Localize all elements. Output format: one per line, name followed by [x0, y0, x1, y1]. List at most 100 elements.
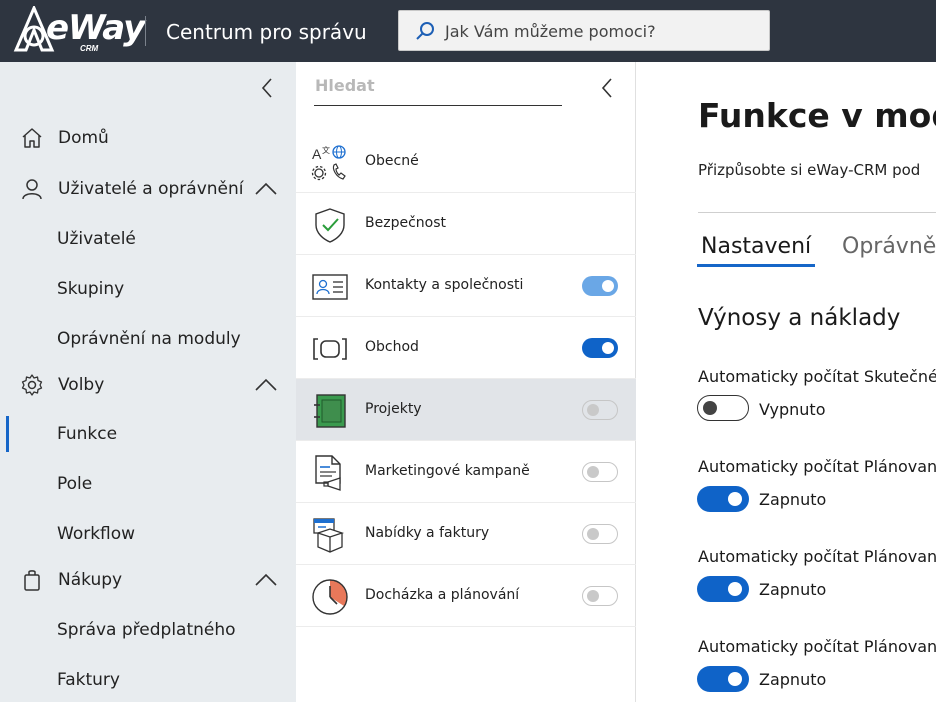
help-search-input[interactable]: Jak Vám můžeme pomoci? [398, 10, 770, 51]
gear-icon [21, 374, 43, 396]
setting-toggle-actual[interactable] [697, 395, 749, 421]
nav-subitem-module-permissions[interactable]: Oprávnění na moduly [0, 319, 296, 359]
setting-label: Automaticky počítat Plánovan [698, 637, 936, 656]
module-label: Projekty [365, 401, 422, 417]
svg-text:文: 文 [322, 145, 330, 155]
module-row-security[interactable]: Bezpečnost [296, 193, 636, 255]
nav-item-label: Uživatelé a oprávnění [58, 179, 244, 199]
chevron-up-icon[interactable] [254, 377, 278, 393]
nav-item-purchases[interactable]: Nákupy [0, 560, 296, 600]
nav-item-home[interactable]: Domů [0, 118, 296, 158]
toggle-knob [703, 401, 717, 415]
tab-permissions[interactable]: Oprávně [842, 234, 936, 259]
user-icon [22, 179, 42, 200]
setting-toggle-planned-2[interactable] [697, 576, 749, 602]
collapse-panel-chevron-icon[interactable] [598, 76, 616, 100]
nav-subitem-label: Pole [57, 474, 93, 494]
section-title: Výnosy a náklady [698, 305, 901, 331]
eway-logo[interactable]: eWay CRM [12, 6, 145, 56]
toggle-knob [587, 466, 599, 478]
nav-subitem-users[interactable]: Uživatelé [0, 219, 296, 259]
module-label: Nabídky a faktury [365, 525, 490, 541]
module-row-general[interactable]: A 文 Obecné [296, 131, 636, 193]
toggle-knob [728, 582, 742, 596]
module-label: Obecné [365, 153, 419, 169]
contact-card-icon [312, 274, 348, 300]
top-divider [145, 16, 146, 46]
module-row-attendance[interactable]: Docházka a plánování [296, 565, 636, 627]
module-row-marketing[interactable]: Marketingové kampaně [296, 441, 636, 503]
nav-subitem-invoices[interactable]: Faktury [0, 660, 296, 700]
shopping-bag-icon [24, 570, 40, 591]
nav-subitem-fields[interactable]: Pole [0, 464, 296, 504]
collapse-nav-chevron-icon[interactable] [258, 76, 276, 100]
nav-subitem-features[interactable]: Funkce [0, 414, 296, 454]
toggle-knob [728, 492, 742, 506]
project-book-icon [314, 394, 346, 428]
toggle-knob [587, 590, 599, 602]
setting-state: Zapnuto [759, 580, 827, 599]
module-toggle-deals[interactable] [582, 338, 618, 358]
module-label: Docházka a plánování [365, 587, 520, 603]
nav-subitem-label: Oprávnění na moduly [57, 329, 241, 349]
tab-settings[interactable]: Nastavení [696, 234, 816, 267]
nav-item-label: Nákupy [58, 570, 123, 590]
general-settings-icon: A 文 [311, 145, 346, 181]
toggle-knob [587, 528, 599, 540]
setting-toggle-planned-1[interactable] [697, 486, 749, 512]
nav-subitem-label: Skupiny [57, 279, 125, 299]
module-toggle-offers[interactable] [582, 524, 618, 544]
logo-crm-text: CRM [80, 44, 99, 53]
module-toggle-attendance[interactable] [582, 586, 618, 606]
module-row-deals[interactable]: Obchod [296, 317, 636, 379]
setting-state: Zapnuto [759, 670, 827, 689]
nav-item-users-permissions[interactable]: Uživatelé a oprávnění [0, 169, 296, 209]
toggle-knob [728, 672, 742, 686]
module-list-panel: Hledat A 文 Obecné Bezpečnost Kontakty a … [296, 62, 636, 702]
nav-subitem-subscription[interactable]: Správa předplatného [0, 610, 296, 650]
module-toggle-contacts[interactable] [582, 276, 618, 296]
setting-toggle-planned-3[interactable] [697, 666, 749, 692]
clock-planning-icon [312, 579, 348, 615]
module-search-placeholder: Hledat [315, 76, 375, 95]
chevron-up-icon[interactable] [254, 572, 278, 588]
setting-label: Automaticky počítat Plánovan [698, 457, 936, 476]
chevron-up-icon[interactable] [254, 181, 278, 197]
help-search-placeholder: Jak Vám můžeme pomoci? [445, 22, 656, 41]
module-row-projects[interactable]: Projekty [296, 379, 636, 441]
offer-box-icon [313, 518, 345, 553]
nav-item-label: Volby [58, 375, 105, 395]
toggle-knob [602, 342, 614, 354]
shield-check-icon [315, 208, 345, 243]
divider [698, 212, 936, 213]
page-subtitle: Přizpůsobte si eWay-CRM pod [698, 161, 921, 179]
svg-text:A: A [312, 146, 322, 162]
module-row-contacts[interactable]: Kontakty a společnosti [296, 255, 636, 317]
nav-subitem-workflow[interactable]: Workflow [0, 514, 296, 554]
nav-item-label: Domů [58, 128, 109, 148]
top-bar: eWay CRM Centrum pro správu Jak Vám může… [0, 0, 936, 62]
module-label: Bezpečnost [365, 215, 446, 231]
nav-item-options[interactable]: Volby [0, 365, 296, 405]
module-label: Obchod [365, 339, 419, 355]
deal-icon [313, 338, 347, 360]
module-toggle-projects[interactable] [582, 400, 618, 420]
nav-subitem-label: Správa předplatného [57, 620, 236, 640]
toggle-knob [602, 280, 614, 292]
setting-label: Automaticky počítat Skutečné [698, 367, 936, 386]
setting-state: Zapnuto [759, 490, 827, 509]
left-navigation: Domů Uživatelé a oprávnění Uživatelé Sku… [0, 62, 296, 702]
module-toggle-marketing[interactable] [582, 462, 618, 482]
search-icon [416, 22, 434, 40]
toggle-knob [587, 404, 599, 416]
nav-subitem-label: Uživatelé [57, 229, 136, 249]
module-label: Kontakty a společnosti [365, 277, 524, 293]
module-search-input[interactable]: Hledat [314, 76, 562, 106]
nav-subitem-label: Funkce [57, 424, 118, 444]
home-icon [22, 128, 42, 148]
module-row-offers[interactable]: Nabídky a faktury [296, 503, 636, 565]
module-label: Marketingové kampaně [365, 463, 530, 479]
page-title: Funkce v modu [698, 96, 936, 135]
setting-state: Vypnuto [759, 400, 826, 419]
nav-subitem-groups[interactable]: Skupiny [0, 269, 296, 309]
